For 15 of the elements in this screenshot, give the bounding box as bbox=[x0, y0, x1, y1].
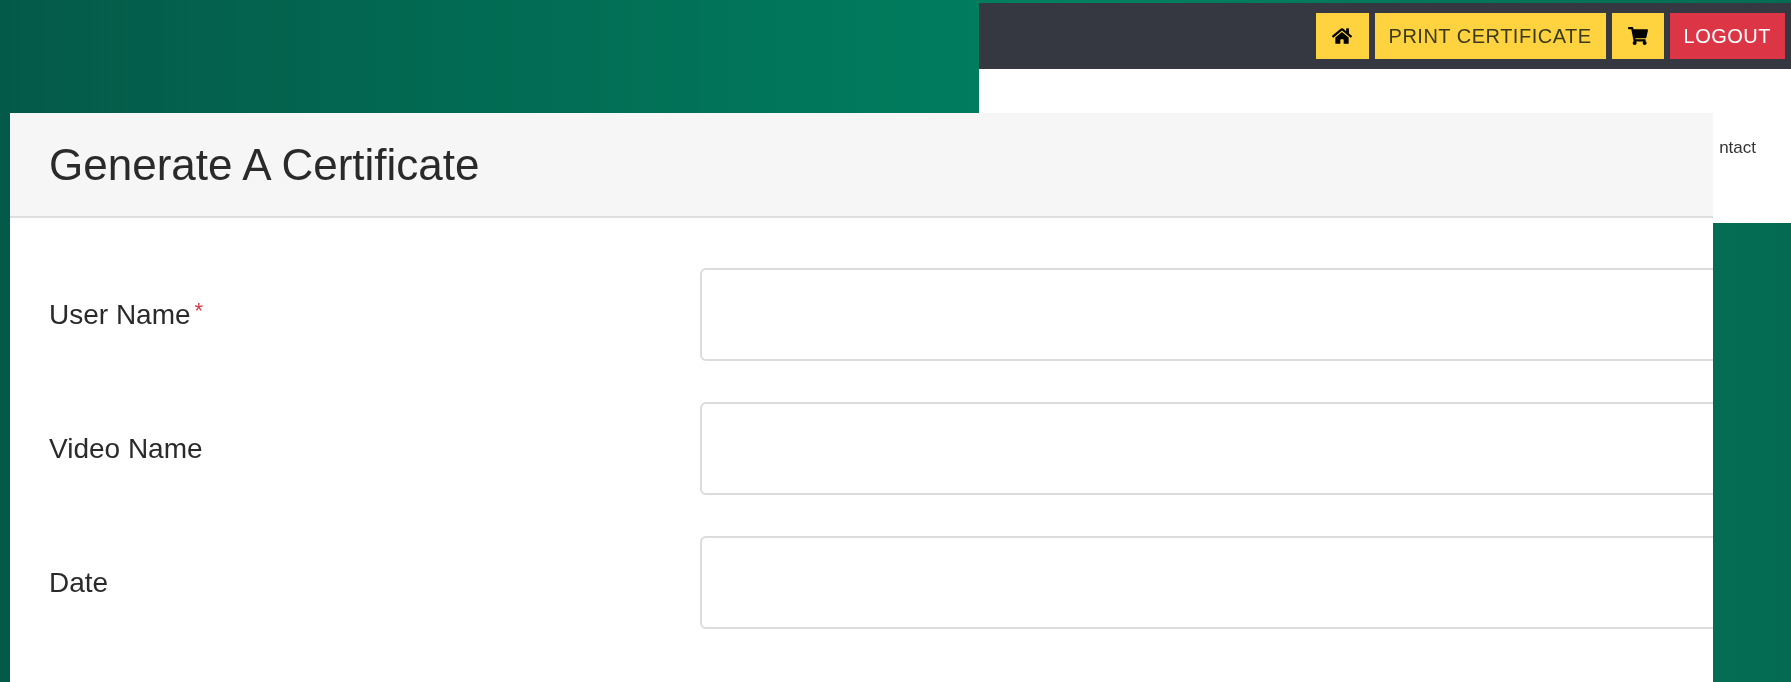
home-icon bbox=[1332, 26, 1353, 46]
field-label: Date bbox=[49, 565, 109, 600]
input-field[interactable] bbox=[700, 402, 1713, 495]
nav-button[interactable]: PRINT CERTIFICATE bbox=[1374, 13, 1606, 59]
field-label: User Name bbox=[49, 297, 191, 332]
dialog-title: Generate A Certificate bbox=[49, 138, 480, 191]
cart-button[interactable] bbox=[1611, 13, 1664, 59]
field-label: Video Name bbox=[49, 431, 203, 466]
nav-link[interactable]: ntact bbox=[1719, 135, 1756, 161]
cart-icon bbox=[1627, 26, 1648, 46]
required-mark: * bbox=[194, 296, 204, 325]
input-field[interactable] bbox=[700, 536, 1713, 629]
input-field[interactable] bbox=[700, 268, 1713, 361]
home-button[interactable] bbox=[1315, 13, 1369, 59]
nav-button[interactable]: LOGOUT bbox=[1669, 13, 1785, 59]
